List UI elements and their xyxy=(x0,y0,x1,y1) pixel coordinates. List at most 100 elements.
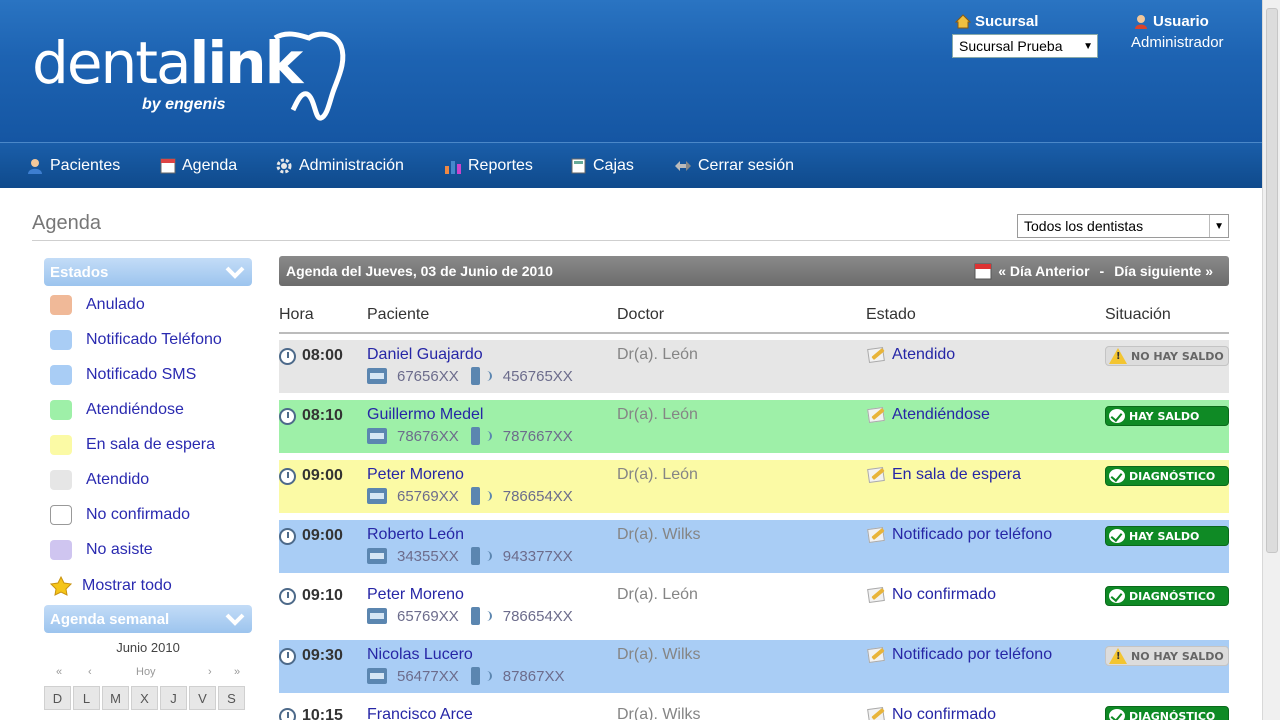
user-label: Usuario xyxy=(1131,12,1224,30)
next-day-link[interactable]: Día siguiente » xyxy=(1114,263,1213,279)
doctor-name: Dr(a). Wilks xyxy=(617,706,701,720)
patient-phones: 65769XX 786654XX xyxy=(367,607,573,625)
page: dentalink by engenis Sucursal Sucursal P… xyxy=(0,0,1280,720)
state-filter-item[interactable]: Anulado xyxy=(50,294,145,316)
situation-badge[interactable]: DIAGNÓSTICO xyxy=(1105,706,1229,720)
status-label: Atendiéndose xyxy=(892,406,990,423)
app-header: dentalink by engenis Sucursal Sucursal P… xyxy=(0,0,1262,142)
patient-mobile: 787667XX xyxy=(502,427,573,445)
previous-day-link[interactable]: « Día Anterior xyxy=(998,263,1089,279)
patient-name-link[interactable]: Peter Moreno xyxy=(367,466,464,484)
nav-reportes[interactable]: Reportes xyxy=(444,143,533,189)
nav-administracion[interactable]: Administración xyxy=(275,143,404,189)
show-all-button[interactable]: Mostrar todo xyxy=(50,575,172,597)
patient-phones: 78676XX 787667XX xyxy=(367,427,573,445)
calendar-prev-month[interactable]: ‹ xyxy=(88,666,92,678)
state-filter-item[interactable]: No confirmado xyxy=(50,504,190,526)
appointment-row[interactable]: 08:10 Guillermo Medel 78676XX 787667XX D… xyxy=(279,400,1229,453)
state-filter-item[interactable]: Notificado Teléfono xyxy=(50,329,222,351)
situation-badge[interactable]: DIAGNÓSTICO xyxy=(1105,586,1229,606)
check-circle-icon xyxy=(1109,409,1125,423)
patient-phone: 67656XX xyxy=(397,367,459,385)
appointment-status[interactable]: No confirmado xyxy=(866,706,996,720)
appointment-status[interactable]: Notificado por teléfono xyxy=(866,526,1052,544)
appointment-status[interactable]: En sala de espera xyxy=(866,466,1021,484)
state-label: Anulado xyxy=(86,296,145,313)
state-filter-item[interactable]: No asiste xyxy=(50,539,153,561)
calendar-prev-year[interactable]: « xyxy=(56,666,62,678)
patient-name-link[interactable]: Peter Moreno xyxy=(367,586,464,604)
calendar-today[interactable]: Hoy xyxy=(136,666,156,678)
star-icon xyxy=(50,576,72,596)
calendar-next-year[interactable]: » xyxy=(234,666,240,678)
appointment-status[interactable]: Notificado por teléfono xyxy=(866,646,1052,664)
appointment-row[interactable]: 09:10 Peter Moreno 65769XX 786654XX Dr(a… xyxy=(279,580,1229,633)
edit-status-icon xyxy=(866,586,886,604)
clock-icon xyxy=(279,467,296,485)
mobile-phone-icon xyxy=(470,367,492,385)
appointment-status[interactable]: No confirmado xyxy=(866,586,996,604)
state-filter-item[interactable]: Atendido xyxy=(50,469,149,491)
appointment-row[interactable]: 08:00 Daniel Guajardo 67656XX 456765XX D… xyxy=(279,340,1229,393)
patient-name-link[interactable]: Francisco Arce xyxy=(367,706,473,720)
state-filter-item[interactable]: Atendiéndose xyxy=(50,399,184,421)
user-info[interactable]: Usuario Administrador xyxy=(1131,12,1224,52)
state-label: Notificado SMS xyxy=(86,366,197,383)
calendar-icon xyxy=(160,158,176,174)
nav-agenda[interactable]: Agenda xyxy=(160,143,237,189)
agenda-header-bar: Agenda del Jueves, 03 de Junio de 2010 «… xyxy=(279,256,1229,286)
appointment-status[interactable]: Atendido xyxy=(866,346,955,364)
column-header-paciente[interactable]: Paciente xyxy=(367,306,429,324)
status-label: Atendido xyxy=(892,346,956,363)
scrollbar-thumb[interactable] xyxy=(1266,8,1278,553)
patient-mobile: 786654XX xyxy=(502,487,573,505)
calendar-icon[interactable] xyxy=(974,262,992,280)
tooth-icon xyxy=(273,31,346,121)
situation-badge[interactable]: HAY SALDO xyxy=(1105,406,1229,426)
weekly-agenda-header[interactable]: Agenda semanal xyxy=(44,605,252,633)
appointment-row[interactable]: 09:30 Nicolas Lucero 56477XX 87867XX Dr(… xyxy=(279,640,1229,693)
branch-select[interactable]: Sucursal Prueba ▼ xyxy=(952,34,1098,58)
page-scrollbar[interactable] xyxy=(1262,0,1280,720)
appointment-status[interactable]: Atendiéndose xyxy=(866,406,990,424)
nav-pacientes[interactable]: Pacientes xyxy=(26,143,120,189)
situation-badge[interactable]: NO HAY SALDO xyxy=(1105,346,1229,366)
branch-select-value: Sucursal Prueba xyxy=(959,38,1063,54)
situation-badge[interactable]: DIAGNÓSTICO xyxy=(1105,466,1229,486)
check-circle-icon xyxy=(1109,709,1125,720)
appointment-time: 08:10 xyxy=(279,407,343,425)
patient-phone: 65769XX xyxy=(397,607,459,625)
situation-label: DIAGNÓSTICO xyxy=(1129,709,1216,720)
patient-name-link[interactable]: Guillermo Medel xyxy=(367,406,483,424)
column-header-estado[interactable]: Estado xyxy=(866,306,916,324)
column-header-doctor[interactable]: Doctor xyxy=(617,306,664,324)
check-circle-icon xyxy=(1109,469,1125,483)
patient-name-link[interactable]: Roberto León xyxy=(367,526,464,544)
status-label: No confirmado xyxy=(892,706,997,720)
state-filter-item[interactable]: En sala de espera xyxy=(50,434,215,456)
edit-status-icon xyxy=(866,646,886,664)
nav-cerrar-sesion[interactable]: Cerrar sesión xyxy=(674,143,794,189)
states-panel-header[interactable]: Estados xyxy=(44,258,252,286)
dentist-filter-select[interactable]: Todos los dentistas ▼ xyxy=(1017,214,1229,238)
state-filter-item[interactable]: Notificado SMS xyxy=(50,364,196,386)
situation-badge[interactable]: NO HAY SALDO xyxy=(1105,646,1229,666)
chevron-down-icon xyxy=(225,266,245,279)
phone-icon xyxy=(367,488,387,504)
calendar-next-month[interactable]: › xyxy=(208,666,212,678)
patient-phones: 56477XX 87867XX xyxy=(367,667,564,685)
appointment-row[interactable]: 10:15 Francisco Arce Dr(a). Wilks No con… xyxy=(279,700,1229,720)
column-header-situacion[interactable]: Situación xyxy=(1105,306,1171,324)
calendar-weekday: M xyxy=(102,686,129,710)
chevron-down-icon: ▼ xyxy=(1214,220,1224,232)
nav-cajas[interactable]: Cajas xyxy=(571,143,634,189)
edit-status-icon xyxy=(866,466,886,484)
appointment-time: 09:10 xyxy=(279,587,343,605)
column-header-hora[interactable]: Hora xyxy=(279,306,314,324)
situation-badge[interactable]: HAY SALDO xyxy=(1105,526,1229,546)
appointment-row[interactable]: 09:00 Peter Moreno 65769XX 786654XX Dr(a… xyxy=(279,460,1229,513)
appointment-row[interactable]: 09:00 Roberto León 34355XX 943377XX Dr(a… xyxy=(279,520,1229,573)
patient-name-link[interactable]: Daniel Guajardo xyxy=(367,346,483,364)
patient-name-link[interactable]: Nicolas Lucero xyxy=(367,646,473,664)
dentalink-logo[interactable]: dentalink by engenis xyxy=(32,28,346,128)
